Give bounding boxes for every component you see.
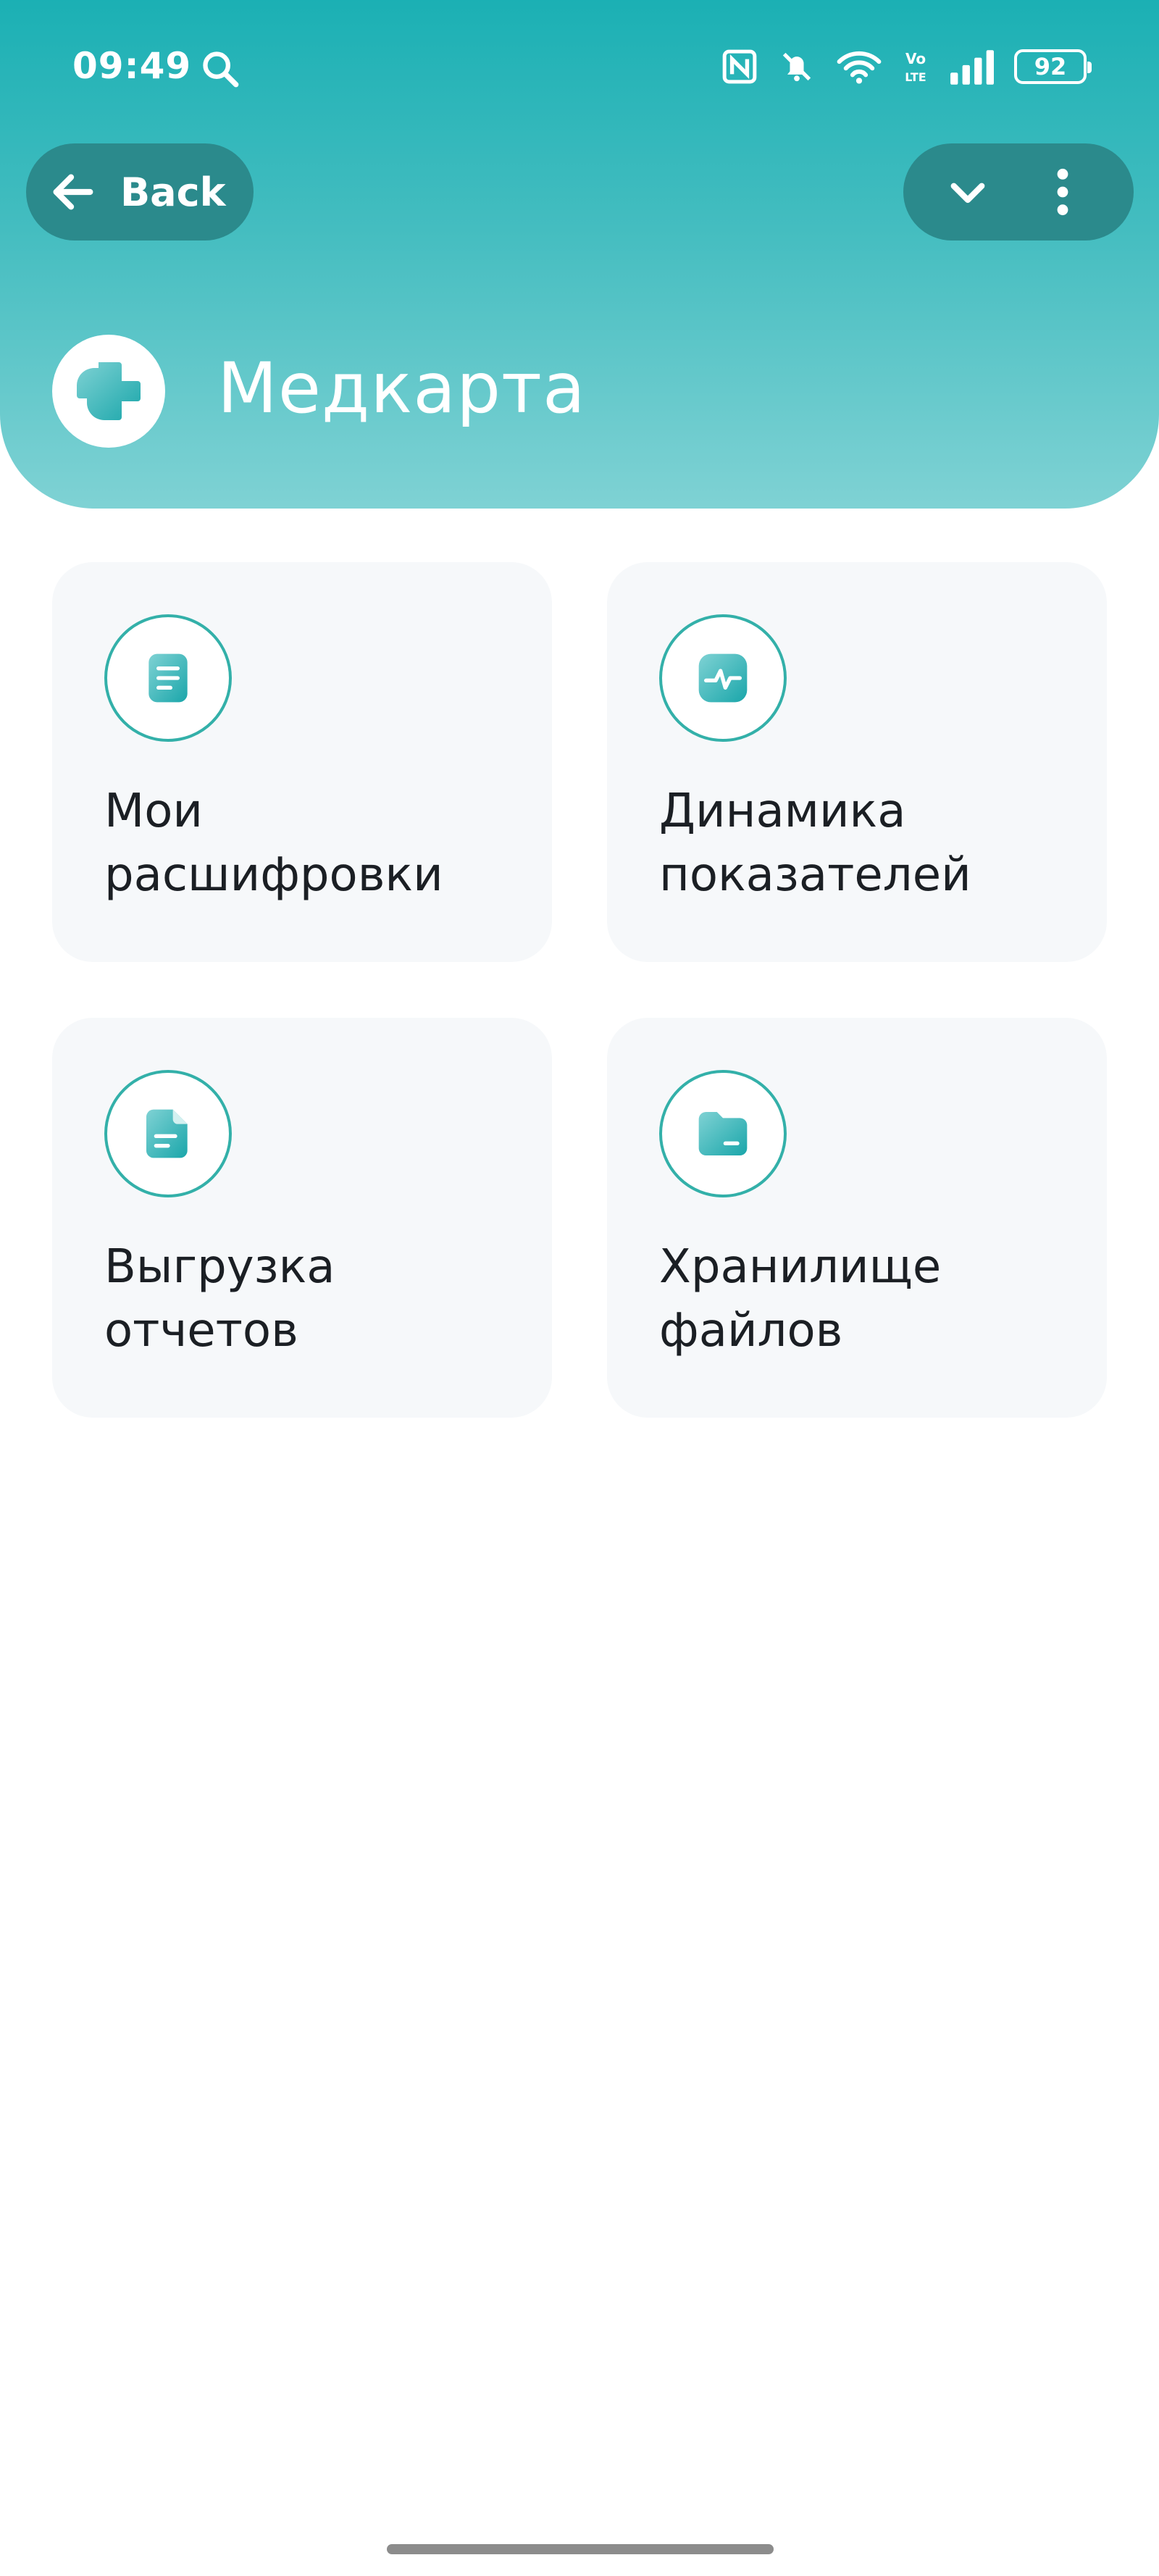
tile-icon-ring: [104, 1070, 232, 1197]
tile-icon-ring: [104, 614, 232, 742]
document-list-icon: [148, 653, 188, 703]
page-title: Медкарта: [217, 348, 586, 429]
tile-icon-ring: [659, 1070, 787, 1197]
tile-my-decodings[interactable]: Мои расшифровки: [52, 562, 552, 962]
volte-icon: Vo LTE: [905, 50, 926, 84]
status-time: 09:49: [72, 45, 192, 87]
app-logo: [52, 335, 165, 448]
search-icon: [203, 51, 239, 88]
back-button[interactable]: Back: [26, 143, 254, 241]
battery-icon: 92: [1014, 49, 1092, 84]
tile-reports-export[interactable]: Выгрузка отчетов: [52, 1018, 552, 1418]
status-bar: 09:49 Vo LTE 92: [0, 0, 1159, 138]
battery-level: 92: [1034, 53, 1067, 80]
mini-app-menu: [903, 143, 1134, 241]
notifications-muted-icon: [782, 52, 811, 82]
pulse-chart-icon: [698, 653, 748, 703]
wifi-icon: [837, 51, 882, 84]
nfc-icon: [722, 49, 757, 84]
chevron-down-icon[interactable]: [944, 168, 992, 216]
folder-icon: [698, 1112, 748, 1155]
report-file-icon: [146, 1109, 188, 1158]
more-vertical-icon[interactable]: [1048, 165, 1077, 219]
arrow-left-icon: [53, 174, 93, 210]
tile-file-storage[interactable]: Хранилище файлов: [607, 1018, 1107, 1418]
volte-bottom-text: LTE: [905, 70, 926, 84]
volte-top-text: Vo: [905, 50, 926, 67]
tile-indicator-dynamics[interactable]: Динамика показателей: [607, 562, 1107, 962]
signal-icon: [950, 50, 994, 85]
tile-label: Мои расшифровки: [104, 785, 443, 902]
tile-label: Динамика показателей: [659, 785, 971, 902]
medical-cross-icon: [77, 362, 141, 420]
home-indicator[interactable]: [387, 2544, 774, 2554]
back-button-label: Back: [120, 169, 226, 215]
status-icons: Vo LTE 92: [721, 45, 1092, 88]
tile-label: Выгрузка отчетов: [104, 1240, 335, 1358]
tile-icon-ring: [659, 614, 787, 742]
tile-label: Хранилище файлов: [659, 1240, 942, 1358]
